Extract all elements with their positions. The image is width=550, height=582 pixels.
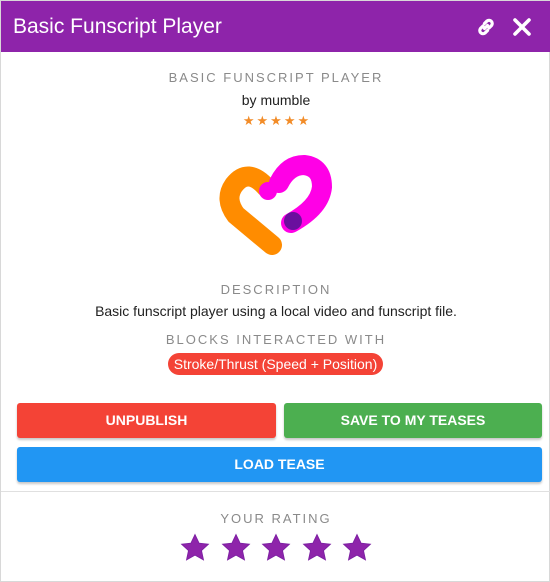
link-button[interactable] (473, 14, 499, 40)
rating-star-icon[interactable] (177, 531, 213, 565)
star-icon: ★ (297, 113, 310, 128)
rating-star-icon[interactable] (218, 531, 254, 565)
star-icon: ★ (256, 113, 269, 128)
tease-dialog: Basic Funscript Player BASIC FUNSCRIPT P… (0, 0, 550, 582)
rating-star-icon[interactable] (299, 531, 335, 565)
load-tease-button[interactable]: LOAD TEASE (17, 447, 542, 482)
divider (1, 491, 550, 492)
app-author: by mumble (241, 92, 311, 108)
block-chip: Stroke/Thrust (Speed + Position) (168, 353, 383, 375)
description-text: Basic funscript player using a local vid… (95, 303, 457, 319)
your-rating-label: YOUR RATING (220, 511, 332, 526)
star-icon: ★ (242, 113, 255, 128)
app-logo (219, 154, 333, 255)
app-rating-stars: ★ ★ ★ ★ ★ (1, 114, 550, 128)
your-rating-stars (177, 531, 375, 565)
star-icon: ★ (283, 113, 296, 128)
dialog-title: Basic Funscript Player (13, 15, 222, 38)
close-button[interactable] (509, 14, 535, 40)
rating-star-icon[interactable] (258, 531, 294, 565)
unpublish-button[interactable]: UNPUBLISH (17, 403, 276, 438)
link-icon (478, 18, 494, 36)
description-label: DESCRIPTION (220, 282, 332, 297)
star-icon: ★ (270, 113, 282, 128)
close-icon (513, 18, 531, 36)
blocks-label: BLOCKS INTERACTED WITH (165, 332, 387, 347)
rating-star-icon[interactable] (339, 531, 375, 565)
dialog-titlebar: Basic Funscript Player (1, 1, 550, 52)
save-to-my-teases-button[interactable]: SAVE TO MY TEASES (284, 403, 542, 438)
app-name: BASIC FUNSCRIPT PLAYER (168, 70, 384, 85)
